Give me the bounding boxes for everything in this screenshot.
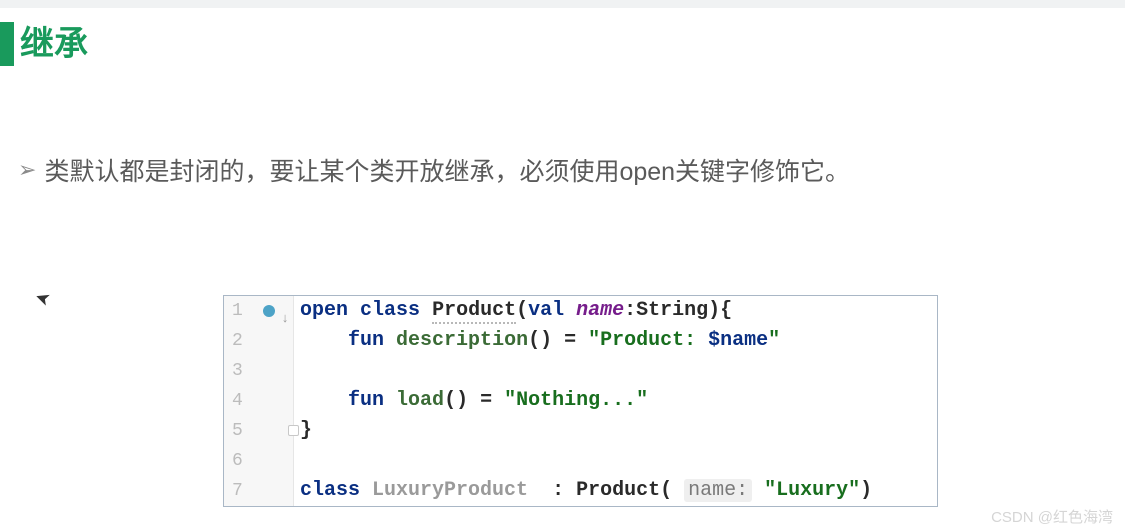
watermark: CSDN @红色海湾 — [991, 506, 1113, 527]
fold-handle-icon[interactable] — [288, 425, 299, 436]
code-line — [300, 446, 937, 476]
code-line: fun load() = "Nothing..." — [300, 386, 937, 416]
super-class: Product — [576, 479, 660, 502]
line-number: 6 — [232, 451, 243, 471]
fn-name: description — [396, 329, 528, 352]
line-number: 4 — [232, 391, 243, 411]
top-strip — [0, 0, 1125, 8]
gutter-line: 7 — [224, 476, 293, 506]
gutter-line: 2 — [224, 326, 293, 356]
brace: } — [300, 419, 312, 442]
bullet-item: ➢ 类默认都是封闭的，要让某个类开放继承，必须使用open关键字修饰它。 — [18, 152, 850, 188]
kw-fun: fun — [348, 389, 384, 412]
string: "Product: — [588, 329, 708, 352]
string: "Luxury" — [752, 479, 860, 502]
kw-class: class — [300, 479, 360, 502]
kw-fun: fun — [348, 329, 384, 352]
prop-name: name — [576, 299, 624, 322]
gutter-line: 4 — [224, 386, 293, 416]
brace: ){ — [708, 299, 732, 322]
line-number: 2 — [232, 331, 243, 351]
code-gutter: 1 ↓ 2 3 4 5 6 7 — [224, 296, 294, 506]
paren: ( — [660, 479, 684, 502]
kw-val: val — [528, 299, 564, 322]
bullet-text: 类默认都是封闭的，要让某个类开放继承，必须使用open关键字修饰它。 — [44, 152, 850, 188]
class-marker-icon — [263, 305, 275, 317]
string: " — [768, 329, 780, 352]
gutter-line: 3 — [224, 356, 293, 386]
string: "Nothing..." — [504, 389, 648, 412]
type: :String — [624, 299, 708, 322]
heading-accent-bar — [0, 22, 14, 66]
colon: : — [528, 479, 576, 502]
code-block: 1 ↓ 2 3 4 5 6 7 open class Product(val n… — [223, 295, 938, 507]
class-name: Product — [432, 299, 516, 324]
heading: 继承 — [0, 22, 88, 66]
fn-name: load — [396, 389, 444, 412]
code-line: class LuxuryProduct : Product( name: "Lu… — [300, 476, 937, 506]
kw-open: open — [300, 299, 348, 322]
code-line: open class Product(val name:String){ — [300, 296, 937, 326]
gutter-line: 1 ↓ — [224, 296, 293, 326]
code-line: } — [300, 416, 937, 446]
parens: () = — [528, 329, 588, 352]
class-name: LuxuryProduct — [372, 479, 528, 502]
param-hint: name: — [684, 479, 752, 502]
code-line: fun description() = "Product: $name" — [300, 326, 937, 356]
code-area[interactable]: open class Product(val name:String){ fun… — [294, 296, 937, 506]
kw-class: class — [360, 299, 420, 322]
gutter-line: 6 — [224, 446, 293, 476]
paren: ( — [516, 299, 528, 322]
line-number: 5 — [232, 421, 243, 441]
code-line — [300, 356, 937, 386]
chevron-right-icon: ➢ — [18, 159, 36, 181]
heading-text: 继承 — [14, 22, 88, 66]
line-number: 3 — [232, 361, 243, 381]
string-interp: $name — [708, 329, 768, 352]
gutter-line: 5 — [224, 416, 293, 446]
paren: ) — [860, 479, 872, 502]
line-number: 7 — [232, 481, 243, 501]
parens: () = — [444, 389, 504, 412]
line-number: 1 — [232, 301, 243, 321]
cursor-icon: ➤ — [32, 286, 53, 311]
